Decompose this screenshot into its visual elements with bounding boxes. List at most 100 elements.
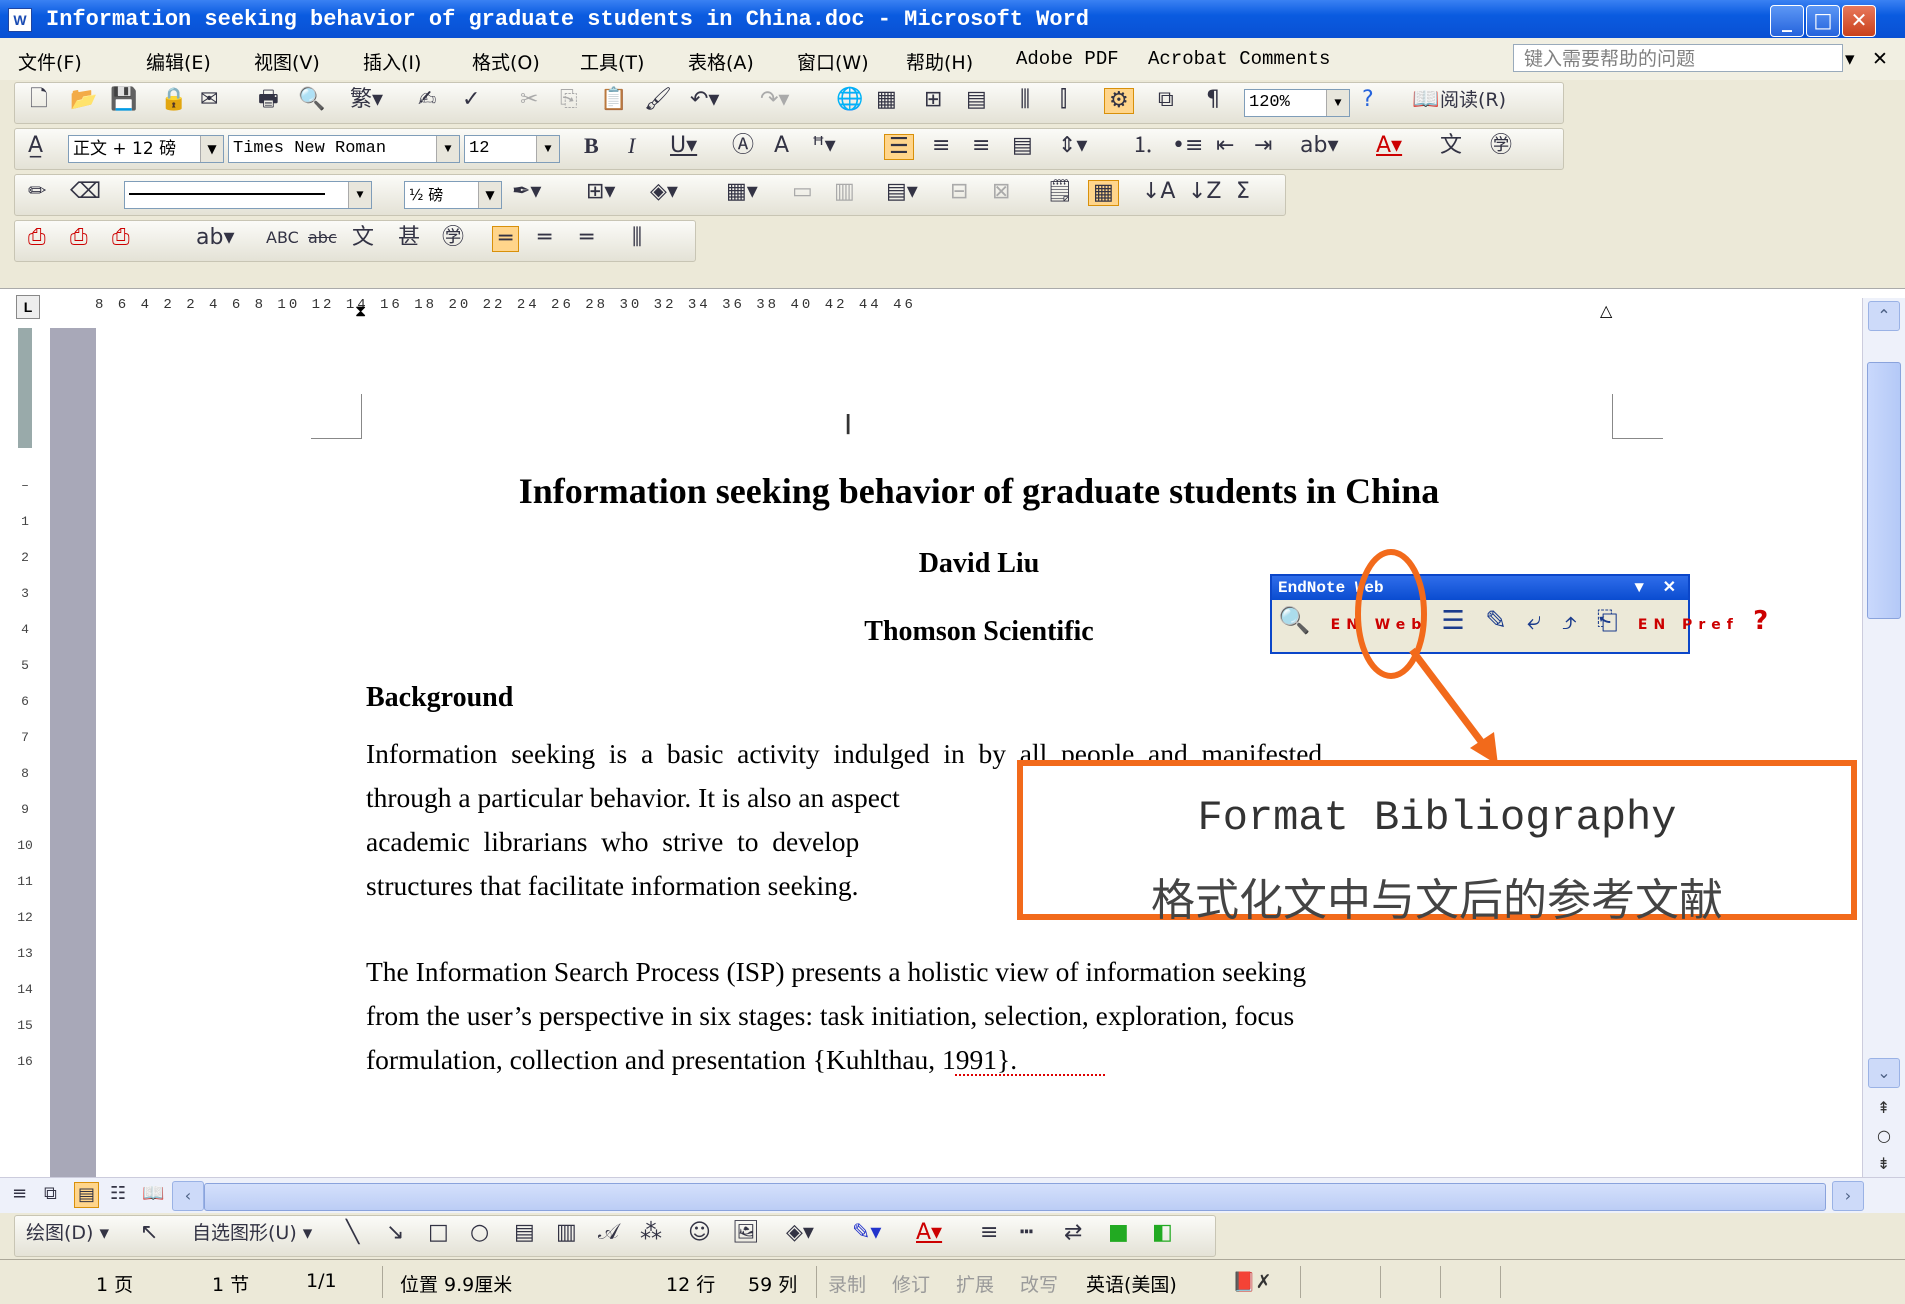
phonetic-guide-icon[interactable]: 文: [1440, 134, 1462, 158]
line-weight-combo[interactable]: ½ 磅 ▼: [404, 181, 502, 209]
endnote-toolbar-close-icon[interactable]: ✕: [1663, 576, 1676, 600]
scroll-left-icon[interactable]: ‹: [172, 1181, 204, 1211]
merge-cells-icon[interactable]: ▭: [792, 180, 813, 204]
line-style-icon[interactable]: ≡: [980, 1221, 998, 1245]
paste-icon[interactable]: 📋: [600, 88, 627, 112]
remove-field-codes-icon[interactable]: ⎗: [1597, 606, 1624, 636]
menu-table[interactable]: 表格(A): [688, 48, 754, 75]
preferences-icon[interactable]: EN Pref: [1638, 617, 1739, 633]
char-shading-icon[interactable]: A: [774, 134, 789, 158]
table-autoformat-icon[interactable]: 🗒: [1046, 180, 1074, 204]
new-icon[interactable]: 🗋: [30, 88, 48, 112]
help-search-input[interactable]: 键入需要帮助的问题: [1513, 44, 1843, 72]
scroll-thumb[interactable]: [1867, 362, 1901, 619]
decrease-indent-icon[interactable]: ⇤: [1216, 134, 1234, 158]
enclose-chars-icon[interactable]: ㊫: [1490, 134, 1512, 158]
arrow-icon[interactable]: ↘: [386, 1221, 404, 1245]
menu-file[interactable]: 文件(F): [18, 48, 82, 75]
3d-icon[interactable]: ◧: [1152, 1221, 1173, 1245]
arrow-style-icon[interactable]: ⇄: [1064, 1221, 1082, 1245]
scroll-down-icon[interactable]: ⌄: [1868, 1058, 1900, 1088]
hyperlink-icon[interactable]: 🌐: [836, 88, 863, 112]
prev-page-icon[interactable]: ⇞: [1877, 1098, 1890, 1117]
styles-formatting-icon[interactable]: A̲: [28, 134, 43, 158]
italic-button[interactable]: I: [628, 134, 635, 158]
strikethrough-icon[interactable]: abc: [308, 226, 337, 250]
outside-border-icon[interactable]: ⊞▾: [586, 180, 615, 204]
numbering-icon[interactable]: ⒈: [1132, 134, 1154, 158]
format-bibliography-icon[interactable]: ☰: [1442, 606, 1471, 636]
status-trk[interactable]: 修订: [892, 1270, 930, 1297]
vertical-textbox-icon[interactable]: ▥: [556, 1221, 577, 1245]
read-button[interactable]: 阅读(R): [1440, 88, 1506, 112]
line-style-combo[interactable]: ▼: [124, 181, 372, 209]
combine-chars-icon[interactable]: 甚: [398, 226, 420, 250]
scroll-up-icon[interactable]: ⌃: [1868, 301, 1900, 331]
menu-view[interactable]: 视图(V): [254, 48, 320, 75]
columns-icon[interactable]: ⫼: [1020, 88, 1030, 112]
status-ext[interactable]: 扩展: [956, 1270, 994, 1297]
go-to-endnote-web-icon[interactable]: EN Web: [1331, 617, 1428, 633]
shading-color-icon[interactable]: ◈▾: [650, 180, 678, 204]
sort-descending-icon[interactable]: ↓Z: [1188, 180, 1222, 204]
menu-format[interactable]: 格式(O): [472, 48, 540, 75]
spelling-icon[interactable]: ✓: [462, 88, 480, 112]
help-icon[interactable]: ?: [1362, 88, 1374, 112]
underline-button[interactable]: U▾: [670, 134, 697, 158]
clipart-icon[interactable]: ☺: [688, 1221, 711, 1245]
right-indent-marker-icon[interactable]: △: [1600, 301, 1612, 320]
document-page[interactable]: I Information seeking behavior of gradua…: [96, 328, 1862, 1177]
eraser-icon[interactable]: ⌫: [70, 180, 101, 204]
bullets-icon[interactable]: •≡: [1172, 134, 1203, 158]
dash-style-icon[interactable]: ┅: [1020, 1221, 1033, 1245]
equal-line-icon[interactable]: ═: [580, 226, 593, 250]
justify-icon[interactable]: ☰: [884, 134, 914, 160]
print-icon[interactable]: 🖶: [258, 88, 279, 112]
research-icon[interactable]: ✍: [418, 88, 436, 112]
bold-button[interactable]: B: [584, 134, 599, 158]
format-painter-icon[interactable]: 🖌: [644, 88, 672, 112]
menu-tools[interactable]: 工具(T): [580, 48, 644, 75]
document-map-icon[interactable]: ⚙: [1104, 88, 1134, 114]
highlight-icon[interactable]: ab▾: [1300, 134, 1339, 158]
autosum-icon[interactable]: Σ: [1236, 180, 1250, 204]
reading-view-icon[interactable]: 📖: [142, 1182, 164, 1206]
enclose-icon[interactable]: ㊫: [442, 226, 464, 250]
align-center-icon[interactable]: ≡: [932, 134, 950, 158]
oval-icon[interactable]: ○: [470, 1221, 489, 1245]
endnote-toolbar-titlebar[interactable]: EndNote Web ▼ ✕: [1272, 576, 1688, 600]
hide-gridlines-icon[interactable]: ▦: [1088, 180, 1119, 206]
traditional-chinese-icon[interactable]: 繁▾: [350, 88, 383, 112]
select-objects-icon[interactable]: ↖: [140, 1221, 158, 1245]
menu-edit[interactable]: 编辑(E): [146, 48, 211, 75]
permission-icon[interactable]: 🔒: [160, 88, 187, 112]
insert-table-tb-icon[interactable]: ▦▾: [726, 180, 758, 204]
email-icon[interactable]: ✉: [200, 88, 218, 112]
menu-insert[interactable]: 插入(I): [363, 48, 421, 75]
convert-email-pdf-icon[interactable]: ⎙: [70, 226, 88, 250]
print-preview-icon[interactable]: 🔍: [298, 88, 325, 112]
line-color-icon[interactable]: ✎▾: [852, 1221, 881, 1245]
font-size-combo[interactable]: 12 ▼: [464, 135, 560, 163]
drawing-icon[interactable]: ⫿: [1060, 88, 1067, 112]
menu-acrobat-comments[interactable]: Acrobat Comments: [1148, 48, 1330, 70]
sort-ascending-icon[interactable]: ↓A: [1142, 180, 1175, 204]
columns-cn-icon[interactable]: ⫼: [632, 226, 642, 250]
help-dropdown-icon[interactable]: ▾: [1845, 48, 1855, 70]
show-hide-icon[interactable]: ¶: [1206, 88, 1220, 112]
align-right-icon[interactable]: ≡: [972, 134, 990, 158]
border-color-icon[interactable]: ✒▾: [512, 180, 541, 204]
read-icon[interactable]: 📖: [1412, 88, 1439, 112]
menu-help[interactable]: 帮助(H): [906, 48, 973, 75]
distribute-cols-icon[interactable]: ⊠: [992, 180, 1010, 204]
edit-citation-icon[interactable]: ✎: [1485, 606, 1513, 636]
font-combo[interactable]: Times New Roman ▼: [228, 135, 460, 163]
horizontal-ruler[interactable]: L 8 6 4 2 2 4 6 8 10 12 14 16 18 20 22 2…: [0, 288, 1905, 330]
word-icon[interactable]: W: [8, 8, 32, 32]
line-spacing-icon[interactable]: ⇕▾: [1058, 134, 1087, 158]
draw-menu-button[interactable]: 绘图(D) ▾: [26, 1221, 109, 1245]
undo-icon[interactable]: ↶▾: [690, 88, 719, 112]
cut-icon[interactable]: ✂: [520, 88, 538, 112]
find-citations-icon[interactable]: 🔍: [1278, 606, 1316, 636]
menu-window[interactable]: 窗口(W): [797, 48, 869, 75]
